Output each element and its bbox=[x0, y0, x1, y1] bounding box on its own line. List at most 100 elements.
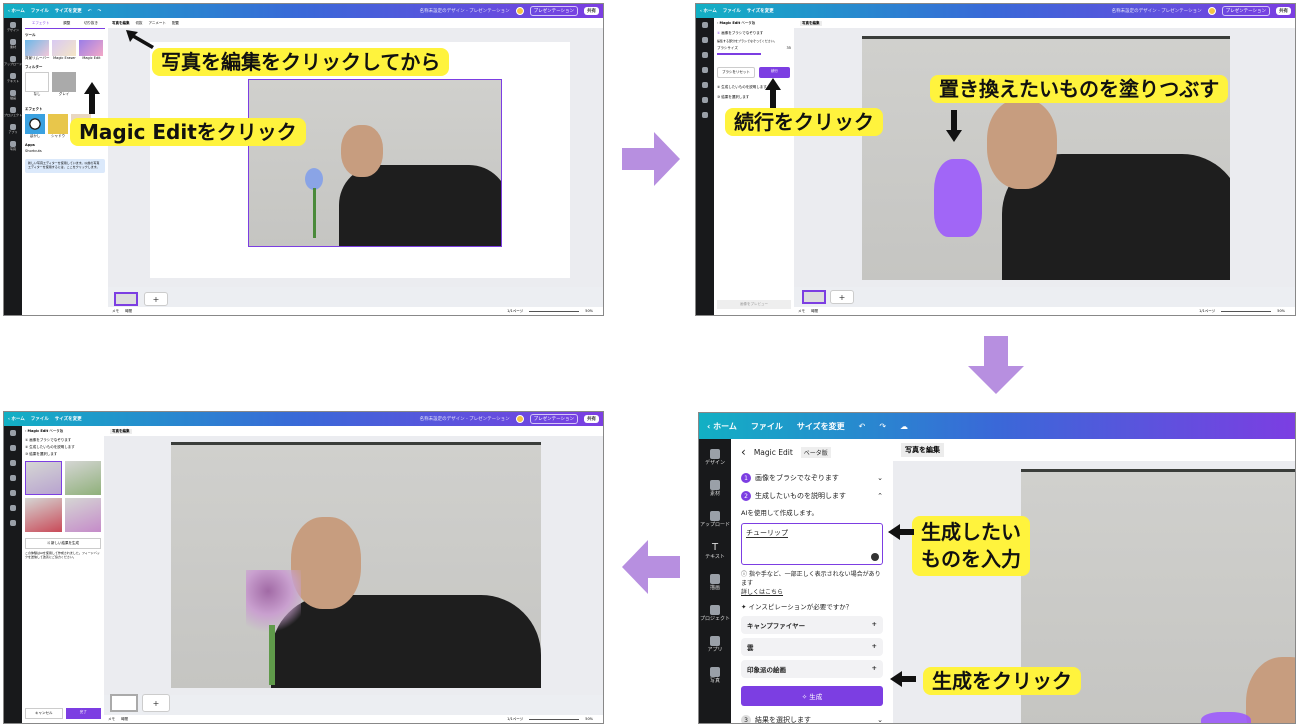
rail-photos[interactable]: 写真 bbox=[709, 667, 720, 684]
rail-text[interactable]: T テキスト bbox=[705, 542, 725, 560]
photo-masked[interactable] bbox=[862, 36, 1230, 280]
rail-elements[interactable]: 素材 bbox=[9, 39, 16, 49]
cloud-sync-icon[interactable]: ☁ bbox=[900, 422, 908, 431]
rail-apps[interactable] bbox=[10, 520, 16, 526]
tab-effects[interactable]: エフェクト bbox=[32, 21, 50, 26]
document-title[interactable]: 名称未設定のデザイン - プレゼンテーション bbox=[420, 416, 510, 422]
step-1-header[interactable]: ① 画像をブラシでなぞります bbox=[25, 438, 101, 443]
rail-draw[interactable] bbox=[10, 490, 16, 496]
tab-crop[interactable]: 切り抜き bbox=[84, 21, 98, 26]
generate-new-button[interactable]: ⤨ 新しい結果を生成 bbox=[25, 538, 101, 549]
prompt-input[interactable]: チューリップ bbox=[741, 523, 883, 565]
present-button[interactable]: プレゼンテーション bbox=[1221, 6, 1270, 16]
rail-projects[interactable]: プロジェクト bbox=[4, 107, 22, 117]
continue-button[interactable]: 続行 bbox=[758, 67, 790, 78]
rail-photos[interactable]: 写真 bbox=[9, 141, 16, 151]
tool-bg-remover[interactable]: 背景リムーバー bbox=[25, 40, 49, 61]
resize-menu[interactable]: サイズを変更 bbox=[747, 8, 774, 14]
reset-brush-button[interactable]: ブラシをリセット bbox=[717, 67, 755, 78]
add-page-button[interactable]: + bbox=[144, 292, 168, 306]
share-button[interactable]: 共有 bbox=[584, 7, 599, 15]
brush-size-slider[interactable] bbox=[717, 53, 762, 55]
suggestion-impressionist[interactable]: 印象派の絵画 + bbox=[741, 660, 883, 678]
file-menu[interactable]: ファイル bbox=[723, 8, 741, 14]
add-page-button[interactable]: + bbox=[830, 290, 854, 304]
edit-photo-button[interactable]: 写真を編集 bbox=[901, 443, 944, 457]
brush-size-value[interactable]: 35 bbox=[787, 46, 791, 51]
resize-menu[interactable]: サイズを変更 bbox=[797, 421, 845, 432]
rail-draw[interactable] bbox=[702, 82, 708, 88]
zoom-slider[interactable] bbox=[1221, 310, 1272, 312]
rail-uploads[interactable]: アップロード bbox=[700, 511, 730, 528]
edit-photo-button[interactable]: 写真を編集 bbox=[112, 21, 130, 26]
resize-menu[interactable]: サイズを変更 bbox=[55, 8, 82, 14]
back-icon[interactable]: ‹ bbox=[717, 21, 718, 25]
result-option[interactable] bbox=[64, 461, 101, 495]
rail-apps[interactable]: アプリ bbox=[8, 124, 18, 134]
editor-notice[interactable]: 新しい写真エディターを使用しています。以前の写真エディターを使用するには、ここを… bbox=[25, 159, 105, 173]
tab-adjust[interactable]: 調整 bbox=[63, 21, 70, 26]
share-button[interactable]: 共有 bbox=[1276, 7, 1291, 15]
notes-button[interactable]: メモ bbox=[798, 309, 805, 314]
effect-shadow[interactable]: シャドウ bbox=[48, 114, 68, 139]
zoom-level[interactable]: 50% bbox=[585, 309, 593, 313]
home-button[interactable]: ‹ ホーム bbox=[700, 8, 717, 14]
home-button[interactable]: ‹ ホーム bbox=[8, 416, 25, 422]
effect-blur[interactable]: ぼかし bbox=[25, 114, 45, 139]
rail-draw[interactable]: 描画 bbox=[9, 90, 16, 100]
tool-magic-eraser[interactable]: Magic Eraser bbox=[52, 40, 77, 61]
rail-design[interactable]: デザイン bbox=[705, 449, 725, 466]
edit-photo-button[interactable]: 写真を編集 bbox=[800, 20, 822, 26]
share-button[interactable]: 共有 bbox=[584, 415, 599, 423]
add-page-button[interactable]: + bbox=[142, 694, 170, 712]
filter-none[interactable]: なし bbox=[25, 72, 49, 97]
step-3-header[interactable]: 3 結果を選択します ⌄ bbox=[741, 715, 883, 723]
preview-image-button[interactable]: 画像をプレビュー bbox=[717, 300, 791, 309]
undo-icon[interactable]: ↶ bbox=[859, 422, 866, 431]
rail-design[interactable]: デザイン bbox=[7, 22, 19, 32]
zoom-level[interactable]: 50% bbox=[585, 717, 593, 721]
page-thumbnail[interactable] bbox=[114, 292, 138, 306]
present-button[interactable]: プレゼンテーション bbox=[529, 6, 578, 16]
avatar[interactable] bbox=[515, 7, 524, 15]
avatar[interactable] bbox=[515, 415, 524, 423]
suggestion-cloud[interactable]: 雲 + bbox=[741, 638, 883, 656]
filter-gray[interactable]: グレイ bbox=[52, 72, 76, 97]
rail-draw[interactable]: 描画 bbox=[709, 574, 720, 591]
zoom-level[interactable]: 50% bbox=[1277, 309, 1285, 313]
file-menu[interactable]: ファイル bbox=[31, 8, 49, 14]
step-3-header[interactable]: ③ 結果を選択します bbox=[25, 452, 101, 457]
step-2-header[interactable]: ② 生成したいものを説明します bbox=[25, 445, 101, 450]
resize-menu[interactable]: サイズを変更 bbox=[55, 416, 82, 422]
step-1-header[interactable]: 1 画像をブラシでなぞります ⌄ bbox=[741, 473, 883, 483]
cancel-button[interactable]: キャンセル bbox=[25, 708, 63, 719]
rail-projects[interactable]: プロジェクト bbox=[700, 605, 730, 622]
rail-uploads[interactable]: アップロード bbox=[4, 56, 22, 66]
crop-button[interactable]: 切抜 bbox=[136, 21, 143, 26]
avatar[interactable] bbox=[1207, 7, 1216, 15]
result-option[interactable] bbox=[25, 498, 62, 532]
learn-more-link[interactable]: 詳しくはこちら bbox=[741, 589, 783, 596]
redo-icon[interactable]: ↷ bbox=[879, 422, 886, 431]
rail-elements[interactable] bbox=[702, 37, 708, 43]
rail-projects[interactable] bbox=[10, 505, 16, 511]
generate-button[interactable]: ✧ 生成 bbox=[741, 686, 883, 706]
page-thumbnail[interactable] bbox=[110, 694, 138, 712]
back-icon[interactable]: ‹ bbox=[25, 429, 26, 433]
photo[interactable] bbox=[248, 79, 502, 247]
rail-text[interactable]: テキスト bbox=[7, 73, 19, 83]
present-button[interactable]: プレゼンテーション bbox=[529, 414, 578, 424]
position-button[interactable]: 配置 bbox=[172, 21, 179, 26]
home-button[interactable]: ‹ ホーム bbox=[8, 8, 25, 14]
rail-projects[interactable] bbox=[702, 97, 708, 103]
suggestion-campfire[interactable]: キャンプファイヤー + bbox=[741, 616, 883, 634]
zoom-slider[interactable] bbox=[529, 310, 580, 312]
rail-text[interactable] bbox=[702, 67, 708, 73]
rail-apps[interactable] bbox=[702, 112, 708, 118]
result-option[interactable] bbox=[64, 498, 101, 532]
undo-icon[interactable]: ↶ bbox=[88, 9, 92, 14]
rail-text[interactable] bbox=[10, 475, 16, 481]
tool-magic-edit[interactable]: Magic Edit bbox=[79, 40, 104, 61]
timer-button[interactable]: 時間 bbox=[125, 309, 132, 314]
rail-design[interactable] bbox=[702, 22, 708, 28]
